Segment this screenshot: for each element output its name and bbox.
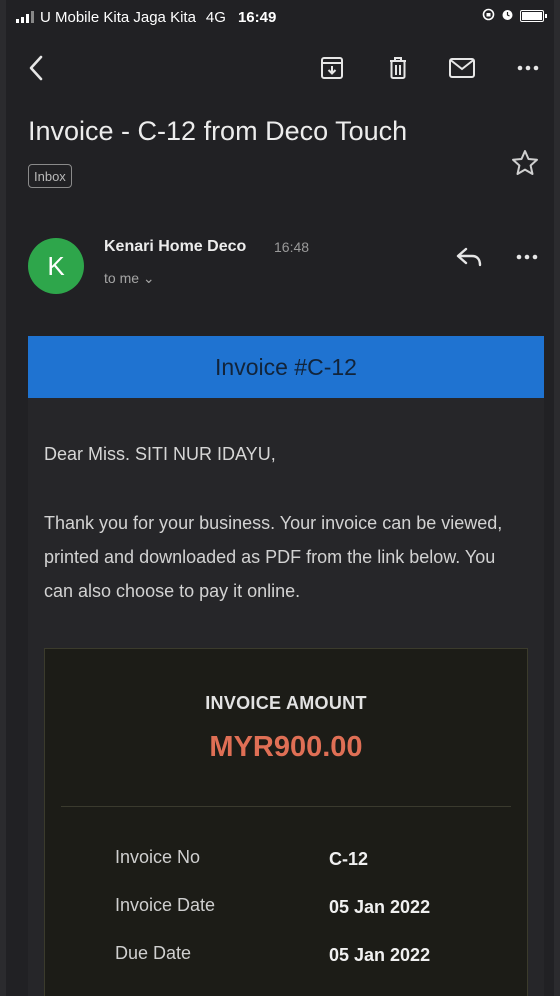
status-time: 16:49 bbox=[237, 8, 277, 26]
sent-time: 16:48 bbox=[274, 239, 310, 255]
detail-value: 05 Jan 2022 bbox=[329, 945, 431, 965]
invoice-amount-label: INVOICE AMOUNT bbox=[205, 693, 367, 713]
invoice-summary-box: INVOICE AMOUNT MYR900.00 Invoice No C-12… bbox=[44, 648, 528, 996]
archive-icon[interactable] bbox=[316, 52, 348, 84]
status-indicators bbox=[482, 8, 547, 24]
back-arrow-icon[interactable] bbox=[20, 52, 52, 84]
mark-unread-icon[interactable] bbox=[446, 52, 478, 84]
invoice-date-row: Invoice Date 05 Jan 2022 bbox=[115, 895, 515, 925]
alarm-icon bbox=[501, 8, 514, 24]
carrier-name: U Mobile Kita Jaga Kita bbox=[40, 8, 196, 26]
signal-strength-icon bbox=[16, 11, 34, 23]
recipient-details-toggle[interactable]: to me ⌄ bbox=[104, 270, 155, 287]
star-icon[interactable] bbox=[510, 148, 540, 178]
sender-avatar[interactable]: K bbox=[28, 238, 84, 294]
message-more-icon[interactable] bbox=[512, 242, 542, 272]
message-toolbar bbox=[6, 44, 554, 94]
email-screen: U Mobile Kita Jaga Kita 4G 16:49 Invoice… bbox=[0, 0, 560, 996]
status-bar: U Mobile Kita Jaga Kita 4G 16:49 bbox=[6, 0, 554, 34]
detail-value: 05 Jan 2022 bbox=[329, 897, 431, 917]
battery-icon bbox=[520, 10, 547, 22]
network-type: 4G bbox=[205, 8, 226, 26]
email-greeting: Dear Miss. SITI NUR IDAYU, bbox=[44, 444, 276, 464]
delete-icon[interactable] bbox=[382, 52, 414, 84]
inbox-label-chip[interactable]: Inbox bbox=[28, 164, 72, 188]
email-message: Thank you for your business. Your invoic… bbox=[44, 513, 503, 601]
more-icon[interactable] bbox=[512, 52, 544, 84]
rotation-lock-icon bbox=[482, 8, 495, 24]
due-date-row: Due Date 05 Jan 2022 bbox=[115, 943, 515, 973]
invoice-amount-value: MYR900.00 bbox=[209, 731, 363, 763]
detail-key: Invoice No bbox=[115, 847, 201, 867]
reply-icon[interactable] bbox=[452, 242, 486, 272]
email-subject: Invoice - C-12 from Deco Touch bbox=[28, 116, 408, 146]
invoice-no-row: Invoice No C-12 bbox=[115, 847, 515, 877]
sender-name[interactable]: Kenari Home Deco bbox=[104, 238, 246, 256]
detail-value: C-12 bbox=[329, 849, 369, 869]
detail-key: Invoice Date bbox=[115, 895, 216, 915]
detail-key: Due Date bbox=[115, 943, 192, 963]
divider bbox=[61, 806, 511, 807]
invoice-banner: Invoice #C-12 bbox=[28, 336, 544, 398]
